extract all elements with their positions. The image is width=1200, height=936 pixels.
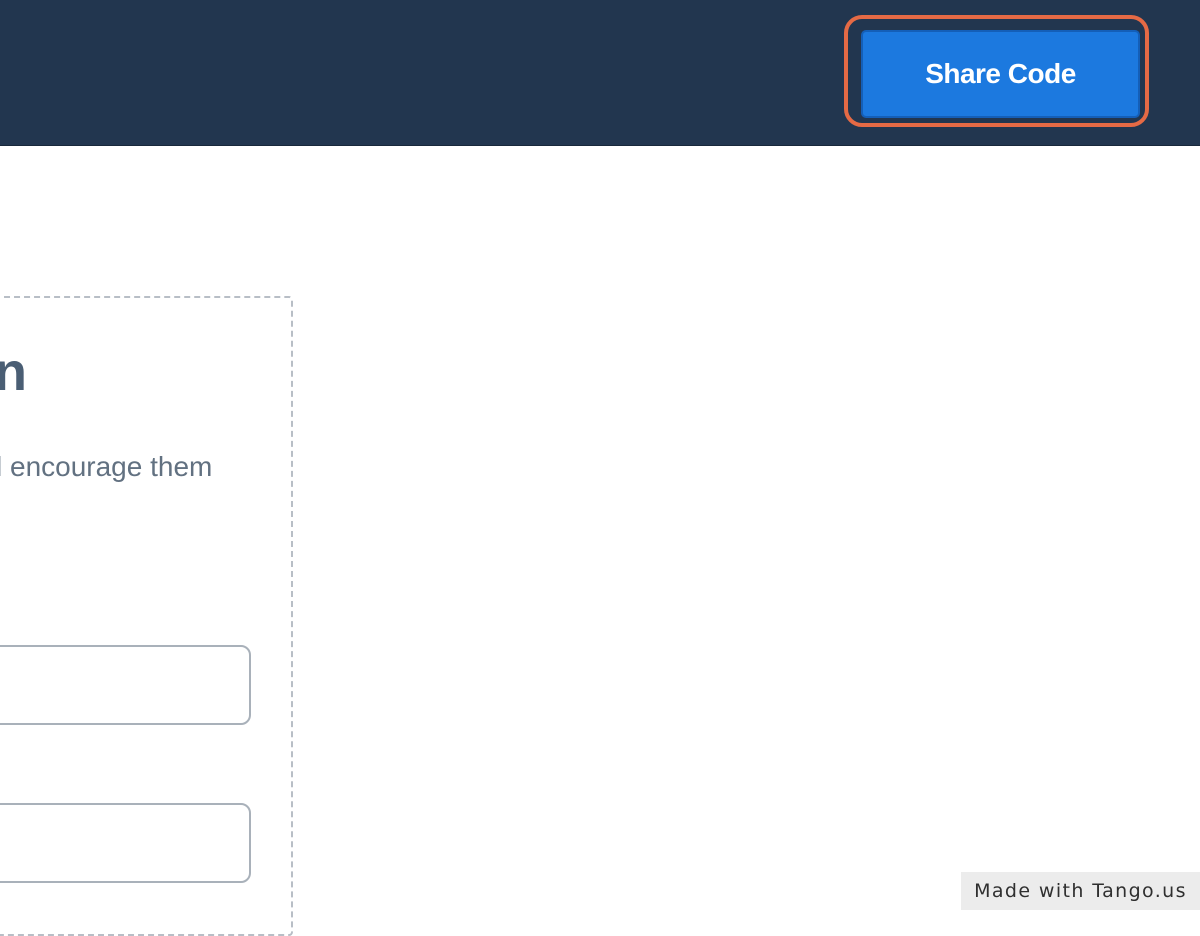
card-title-fragment: n <box>0 342 27 402</box>
card-description-fragment: l encourage them <box>0 451 213 482</box>
top-navigation-bar: Share Code <box>0 0 1200 146</box>
tango-watermark: Made with Tango.us <box>961 872 1200 910</box>
second-input-field[interactable] <box>0 803 251 883</box>
first-input-field[interactable] <box>0 645 251 725</box>
share-code-button[interactable]: Share Code <box>861 30 1140 118</box>
